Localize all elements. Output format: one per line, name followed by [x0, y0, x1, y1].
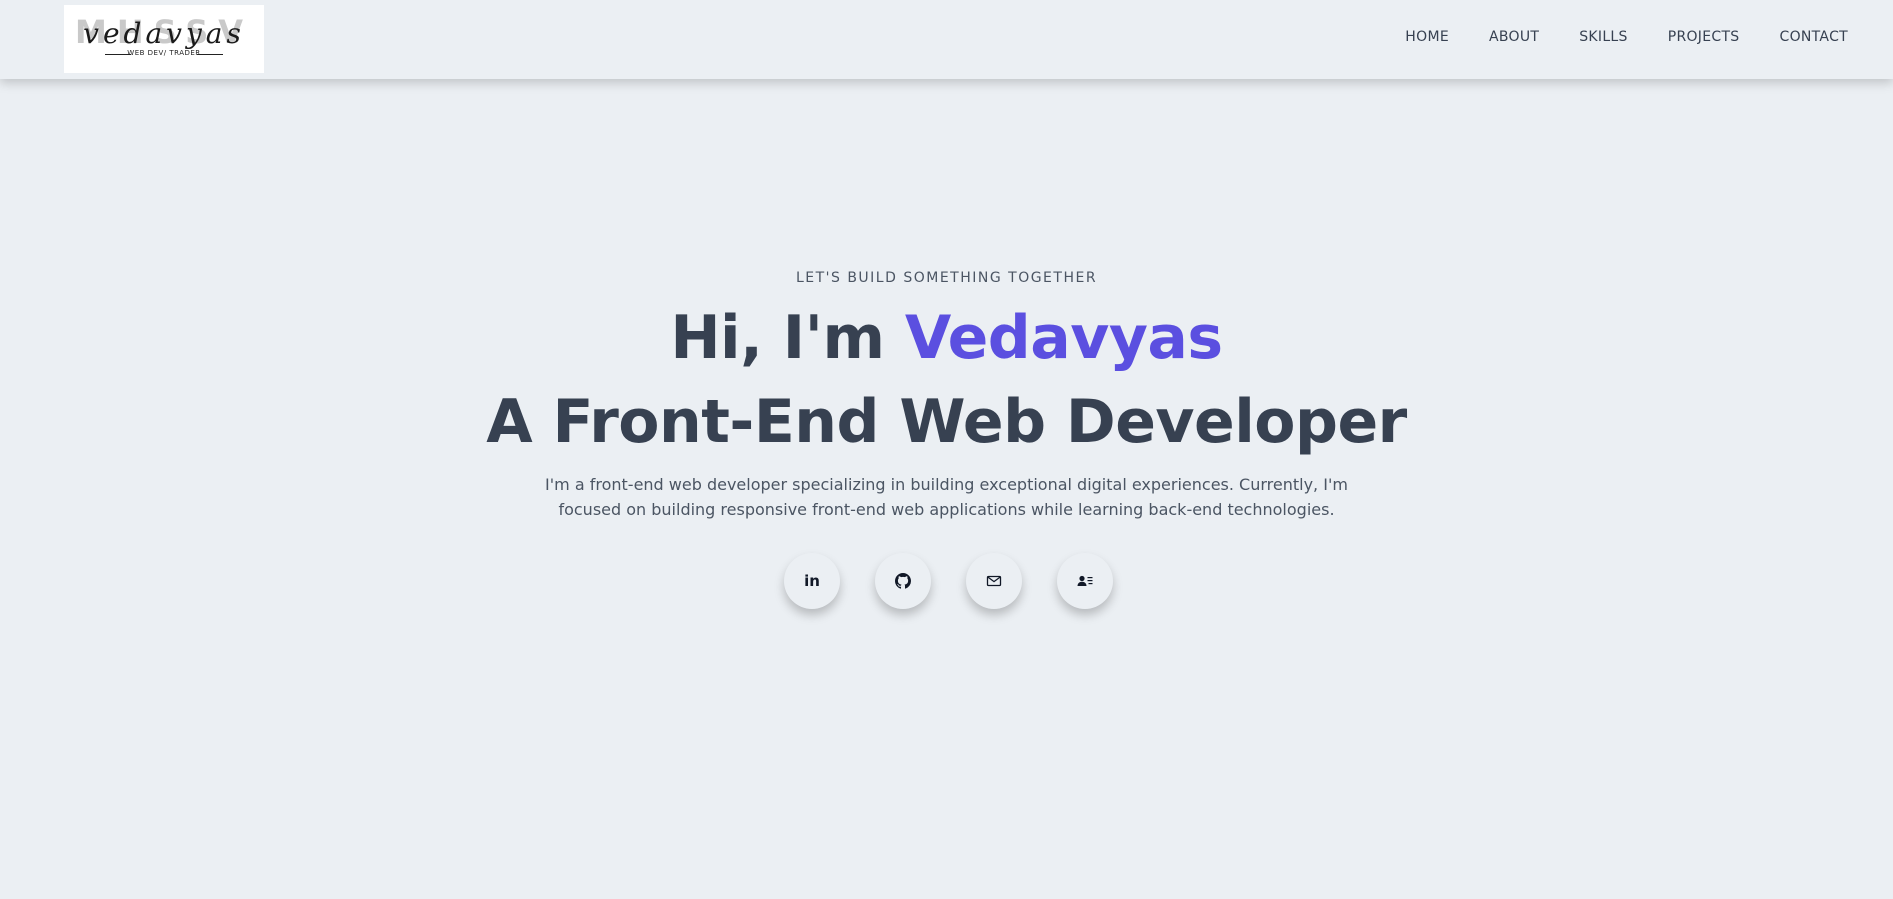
nav-skills[interactable]: SKILLS — [1579, 29, 1627, 45]
github-button[interactable] — [875, 553, 931, 609]
mail-icon — [986, 575, 1002, 587]
greeting-prefix: Hi, I'm — [670, 303, 905, 373]
email-button[interactable] — [966, 553, 1022, 609]
nav-home[interactable]: HOME — [1405, 29, 1449, 45]
navbar: MHSSV vedavyas WEB DEV/ TRADER HOME ABOU… — [0, 0, 1893, 79]
hero-description: I'm a front-end web developer specializi… — [545, 475, 1348, 519]
site-logo[interactable]: MHSSV vedavyas WEB DEV/ TRADER — [64, 5, 264, 73]
nav-projects[interactable]: PROJECTS — [1668, 29, 1740, 45]
linkedin-button[interactable]: in — [784, 553, 840, 609]
contact-card-icon — [1077, 575, 1093, 586]
contact-card-button[interactable] — [1057, 553, 1113, 609]
nav-about[interactable]: ABOUT — [1489, 29, 1539, 45]
hero-greeting: Hi, I'm Vedavyas — [0, 303, 1893, 373]
hero-role: A Front-End Web Developer — [486, 387, 1407, 457]
nav-contact[interactable]: CONTACT — [1780, 29, 1849, 45]
github-icon — [895, 573, 911, 589]
linkedin-icon: in — [804, 572, 820, 590]
social-links: in — [0, 553, 1893, 609]
logo-tagline: WEB DEV/ TRADER — [127, 49, 201, 57]
hero-section: LET'S BUILD SOMETHING TOGETHER Hi, I'm V… — [0, 79, 1893, 899]
hero-name: Vedavyas — [904, 303, 1223, 373]
hero-eyebrow: LET'S BUILD SOMETHING TOGETHER — [795, 270, 1098, 286]
logo-script-text: vedavyas — [83, 17, 245, 50]
nav-menu: HOME ABOUT SKILLS PROJECTS CONTACT — [1405, 29, 1848, 45]
